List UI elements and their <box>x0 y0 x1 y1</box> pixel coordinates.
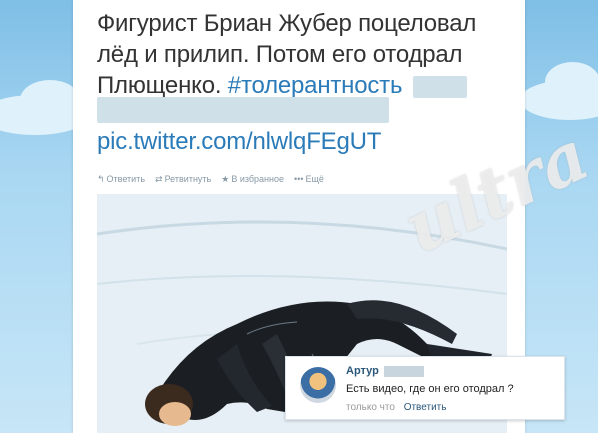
reply-link[interactable]: Ответить <box>404 402 447 413</box>
comment-meta: только что Ответить <box>346 402 446 413</box>
tweet-text-line: Плющенко. <box>97 72 222 99</box>
star-icon: ★ <box>221 174 230 184</box>
tweet-text: Фигурист Бриан Жубер поцеловал лёд и при… <box>97 8 517 101</box>
reply-action[interactable]: ↰ Ответить <box>97 174 145 185</box>
tweet-text-line: Фигурист Бриан Жубер поцеловал <box>97 10 477 37</box>
reply-icon: ↰ <box>97 174 105 184</box>
comment-text: Есть видео, где он его отодрал ? <box>346 383 514 395</box>
more-icon: ••• <box>294 174 304 184</box>
background-cloud <box>20 80 80 120</box>
more-action[interactable]: ••• Ещё <box>294 174 324 185</box>
pic-link[interactable]: pic.twitter.com/nlwlqFEgUT <box>97 128 381 156</box>
redacted-text <box>97 97 389 123</box>
retweet-icon: ⇄ <box>155 174 163 184</box>
tweet-text-line: лёд и прилип. Потом его отодрал <box>97 41 463 68</box>
comment-time: только что <box>346 402 395 413</box>
redacted-text <box>412 75 467 98</box>
background-cloud <box>545 62 598 102</box>
comment-popup: Артур Есть видео, где он его отодрал ? т… <box>285 356 565 420</box>
favorite-action[interactable]: ★ В избранное <box>221 174 284 185</box>
comment-author[interactable]: Артур <box>346 365 379 377</box>
retweet-action[interactable]: ⇄ Ретвитнуть <box>155 174 211 185</box>
avatar[interactable] <box>300 367 336 403</box>
hashtag-link[interactable]: #толерантность <box>228 72 403 99</box>
tweet-actions: ↰ Ответить ⇄ Ретвитнуть ★ В избранное ••• Ещ… <box>97 174 324 185</box>
redacted-surname <box>384 366 424 377</box>
